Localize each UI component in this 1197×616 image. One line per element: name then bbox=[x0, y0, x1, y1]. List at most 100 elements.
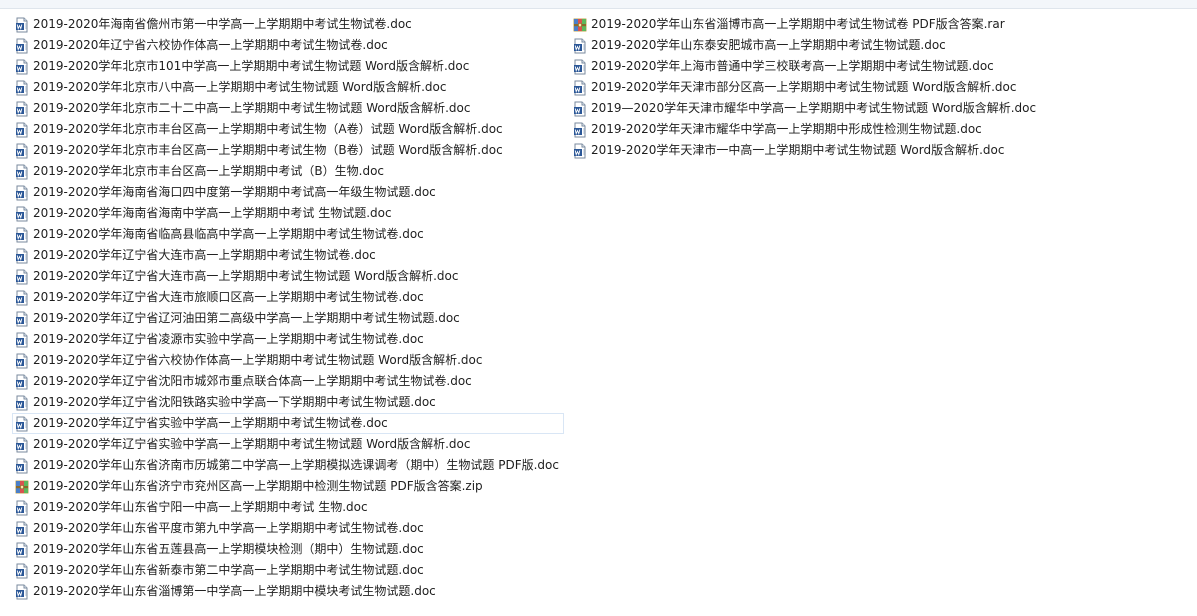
file-name: 2019-2020学年海南省海南中学高一上学期期中考试 生物试题.doc bbox=[33, 206, 392, 220]
word-doc-icon bbox=[15, 122, 29, 138]
file-name: 2019-2020学年辽宁省大连市旅顺口区高一上学期期中考试生物试卷.doc bbox=[33, 290, 424, 304]
file-item[interactable]: 2019-2020学年辽宁省实验中学高一上学期期中考试生物试卷.doc bbox=[12, 413, 564, 434]
rar-archive-icon bbox=[573, 17, 587, 33]
file-item[interactable]: 2019-2020学年北京市八中高一上学期期中考试生物试题 Word版含解析.d… bbox=[12, 77, 564, 98]
file-item[interactable]: 2019-2020学年山东省五莲县高一上学期模块检测（期中）生物试题.doc bbox=[12, 539, 564, 560]
file-name: 2019-2020学年山东省五莲县高一上学期模块检测（期中）生物试题.doc bbox=[33, 542, 424, 556]
word-doc-icon bbox=[15, 521, 29, 537]
file-item[interactable]: 2019-2020学年辽宁省辽河油田第二高级中学高一上学期期中考试生物试题.do… bbox=[12, 308, 564, 329]
word-doc-icon bbox=[15, 584, 29, 600]
file-name: 2019-2020学年天津市耀华中学高一上学期期中形成性检测生物试题.doc bbox=[591, 122, 982, 136]
file-item[interactable]: 2019-2020学年海南省临高县临高中学高一上学期期中考试生物试卷.doc bbox=[12, 224, 564, 245]
file-item[interactable]: 2019-2020学年山东省济宁市兖州区高一上学期期中检测生物试题 PDF版含答… bbox=[12, 476, 564, 497]
file-name: 2019-2020学年海南省临高县临高中学高一上学期期中考试生物试卷.doc bbox=[33, 227, 424, 241]
file-name: 2019-2020学年山东省新泰市第二中学高一上学期期中考试生物试题.doc bbox=[33, 563, 424, 577]
file-name: 2019-2020学年山东泰安肥城市高一上学期期中考试生物试题.doc bbox=[591, 38, 946, 52]
file-name: 2019-2020学年山东省宁阳一中高一上学期期中考试 生物.doc bbox=[33, 500, 368, 514]
file-item[interactable]: 2019-2020学年天津市耀华中学高一上学期期中形成性检测生物试题.doc bbox=[570, 119, 1041, 140]
word-doc-icon bbox=[15, 353, 29, 369]
file-name: 2019-2020学年海南省海口四中度第一学期期中考试高一年级生物试题.doc bbox=[33, 185, 436, 199]
word-doc-icon bbox=[15, 248, 29, 264]
word-doc-icon bbox=[15, 437, 29, 453]
file-name: 2019-2020学年山东省淄博第一中学高一上学期期中模块考试生物试题.doc bbox=[33, 584, 436, 598]
file-item[interactable]: 2019-2020学年山东泰安肥城市高一上学期期中考试生物试题.doc bbox=[570, 35, 1041, 56]
file-item[interactable]: 2019-2020学年辽宁省沈阳铁路实验中学高一下学期期中考试生物试题.doc bbox=[12, 392, 564, 413]
file-name: 2019-2020学年辽宁省凌源市实验中学高一上学期期中考试生物试卷.doc bbox=[33, 332, 424, 346]
word-doc-icon bbox=[15, 227, 29, 243]
file-name: 2019-2020学年北京市101中学高一上学期期中考试生物试题 Word版含解… bbox=[33, 59, 470, 73]
file-item[interactable]: 2019-2020学年辽宁省沈阳市城郊市重点联合体高一上学期期中考试生物试卷.d… bbox=[12, 371, 564, 392]
file-item[interactable]: 2019-2020学年上海市普通中学三校联考高一上学期期中考试生物试题.doc bbox=[570, 56, 1041, 77]
file-item[interactable]: 2019-2020学年北京市丰台区高一上学期期中考试生物（B卷）试题 Word版… bbox=[12, 140, 564, 161]
file-name: 2019-2020学年天津市一中高一上学期期中考试生物试题 Word版含解析.d… bbox=[591, 143, 1005, 157]
file-name: 2019-2020年海南省儋州市第一中学高一上学期期中考试生物试卷.doc bbox=[33, 17, 412, 31]
file-name: 2019-2020学年辽宁省实验中学高一上学期期中考试生物试卷.doc bbox=[33, 416, 388, 430]
file-item[interactable]: 2019-2020学年北京市丰台区高一上学期期中考试生物（A卷）试题 Word版… bbox=[12, 119, 564, 140]
word-doc-icon bbox=[15, 269, 29, 285]
file-item[interactable]: 2019-2020学年山东省宁阳一中高一上学期期中考试 生物.doc bbox=[12, 497, 564, 518]
word-doc-icon bbox=[15, 59, 29, 75]
file-name: 2019-2020学年辽宁省沈阳市城郊市重点联合体高一上学期期中考试生物试卷.d… bbox=[33, 374, 472, 388]
file-name: 2019-2020学年北京市二十二中高一上学期期中考试生物试题 Word版含解析… bbox=[33, 101, 471, 115]
word-doc-icon bbox=[573, 59, 587, 75]
file-name: 2019-2020学年山东省平度市第九中学高一上学期期中考试生物试卷.doc bbox=[33, 521, 424, 535]
file-name: 2019-2020学年北京市八中高一上学期期中考试生物试题 Word版含解析.d… bbox=[33, 80, 447, 94]
file-name: 2019-2020学年辽宁省实验中学高一上学期期中考试生物试题 Word版含解析… bbox=[33, 437, 471, 451]
file-name: 2019-2020学年辽宁省六校协作体高一上学期期中考试生物试题 Word版含解… bbox=[33, 353, 483, 367]
file-name: 2019-2020学年辽宁省沈阳铁路实验中学高一下学期期中考试生物试题.doc bbox=[33, 395, 436, 409]
file-name: 2019-2020学年山东省淄博市高一上学期期中考试生物试卷 PDF版含答案.r… bbox=[591, 17, 1005, 31]
file-item[interactable]: 2019-2020学年山东省济南市历城第二中学高一上学期模拟选课调考（期中）生物… bbox=[12, 455, 564, 476]
word-doc-icon bbox=[573, 38, 587, 54]
file-item[interactable]: 2019-2020年辽宁省六校协作体高一上学期期中考试生物试卷.doc bbox=[12, 35, 564, 56]
file-item[interactable]: 2019-2020学年辽宁省大连市旅顺口区高一上学期期中考试生物试卷.doc bbox=[12, 287, 564, 308]
file-item[interactable]: 2019-2020年海南省儋州市第一中学高一上学期期中考试生物试卷.doc bbox=[12, 14, 564, 35]
word-doc-icon bbox=[15, 395, 29, 411]
file-item[interactable]: 2019-2020学年辽宁省大连市高一上学期期中考试生物试题 Word版含解析.… bbox=[12, 266, 564, 287]
file-item[interactable]: 2019—2020学年天津市耀华中学高一上学期期中考试生物试题 Word版含解析… bbox=[570, 98, 1041, 119]
file-item[interactable]: 2019-2020学年天津市部分区高一上学期期中考试生物试题 Word版含解析.… bbox=[570, 77, 1041, 98]
file-item[interactable]: 2019-2020学年辽宁省大连市高一上学期期中考试生物试卷.doc bbox=[12, 245, 564, 266]
file-name: 2019-2020年辽宁省六校协作体高一上学期期中考试生物试卷.doc bbox=[33, 38, 388, 52]
word-doc-icon bbox=[15, 143, 29, 159]
zip-archive-icon bbox=[15, 479, 29, 495]
file-item[interactable]: 2019-2020学年山东省淄博第一中学高一上学期期中模块考试生物试题.doc bbox=[12, 581, 564, 602]
file-name: 2019-2020学年北京市丰台区高一上学期期中考试生物（B卷）试题 Word版… bbox=[33, 143, 503, 157]
file-item[interactable]: 2019-2020学年辽宁省凌源市实验中学高一上学期期中考试生物试卷.doc bbox=[12, 329, 564, 350]
file-name: 2019-2020学年北京市丰台区高一上学期期中考试生物（A卷）试题 Word版… bbox=[33, 122, 503, 136]
word-doc-icon bbox=[15, 416, 29, 432]
file-item[interactable]: 2019-2020学年天津市一中高一上学期期中考试生物试题 Word版含解析.d… bbox=[570, 140, 1041, 161]
file-item[interactable]: 2019-2020学年海南省海口四中度第一学期期中考试高一年级生物试题.doc bbox=[12, 182, 564, 203]
word-doc-icon bbox=[573, 143, 587, 159]
file-item[interactable]: 2019-2020学年辽宁省实验中学高一上学期期中考试生物试题 Word版含解析… bbox=[12, 434, 564, 455]
file-item[interactable]: 2019-2020学年山东省淄博市高一上学期期中考试生物试卷 PDF版含答案.r… bbox=[570, 14, 1041, 35]
file-name: 2019-2020学年上海市普通中学三校联考高一上学期期中考试生物试题.doc bbox=[591, 59, 994, 73]
file-item[interactable]: 2019-2020学年海南省海南中学高一上学期期中考试 生物试题.doc bbox=[12, 203, 564, 224]
word-doc-icon bbox=[15, 17, 29, 33]
file-list-pane: 2019-2020年海南省儋州市第一中学高一上学期期中考试生物试卷.doc 201… bbox=[0, 9, 1197, 616]
file-item[interactable]: 2019-2020学年北京市二十二中高一上学期期中考试生物试题 Word版含解析… bbox=[12, 98, 564, 119]
file-name: 2019-2020学年辽宁省辽河油田第二高级中学高一上学期期中考试生物试题.do… bbox=[33, 311, 460, 325]
file-item[interactable]: 2019-2020学年山东省新泰市第二中学高一上学期期中考试生物试题.doc bbox=[12, 560, 564, 581]
file-name: 2019-2020学年山东省济南市历城第二中学高一上学期模拟选课调考（期中）生物… bbox=[33, 458, 559, 472]
word-doc-icon bbox=[15, 185, 29, 201]
file-item[interactable]: 2019-2020学年山东省平度市第九中学高一上学期期中考试生物试卷.doc bbox=[12, 518, 564, 539]
word-doc-icon bbox=[15, 458, 29, 474]
word-doc-icon bbox=[15, 101, 29, 117]
file-name: 2019-2020学年山东省济宁市兖州区高一上学期期中检测生物试题 PDF版含答… bbox=[33, 479, 483, 493]
file-column-right: 2019-2020学年山东省淄博市高一上学期期中考试生物试卷 PDF版含答案.r… bbox=[570, 14, 1041, 161]
file-name: 2019-2020学年辽宁省大连市高一上学期期中考试生物试题 Word版含解析.… bbox=[33, 269, 459, 283]
file-item[interactable]: 2019-2020学年北京市101中学高一上学期期中考试生物试题 Word版含解… bbox=[12, 56, 564, 77]
file-column-left: 2019-2020年海南省儋州市第一中学高一上学期期中考试生物试卷.doc 201… bbox=[12, 14, 564, 602]
word-doc-icon bbox=[15, 542, 29, 558]
word-doc-icon bbox=[15, 500, 29, 516]
word-doc-icon bbox=[15, 38, 29, 54]
word-doc-icon bbox=[573, 122, 587, 138]
word-doc-icon bbox=[573, 101, 587, 117]
file-item[interactable]: 2019-2020学年辽宁省六校协作体高一上学期期中考试生物试题 Word版含解… bbox=[12, 350, 564, 371]
word-doc-icon bbox=[15, 311, 29, 327]
file-item[interactable]: 2019-2020学年北京市丰台区高一上学期期中考试（B）生物.doc bbox=[12, 161, 564, 182]
word-doc-icon bbox=[15, 374, 29, 390]
word-doc-icon bbox=[15, 206, 29, 222]
word-doc-icon bbox=[15, 332, 29, 348]
word-doc-icon bbox=[15, 290, 29, 306]
